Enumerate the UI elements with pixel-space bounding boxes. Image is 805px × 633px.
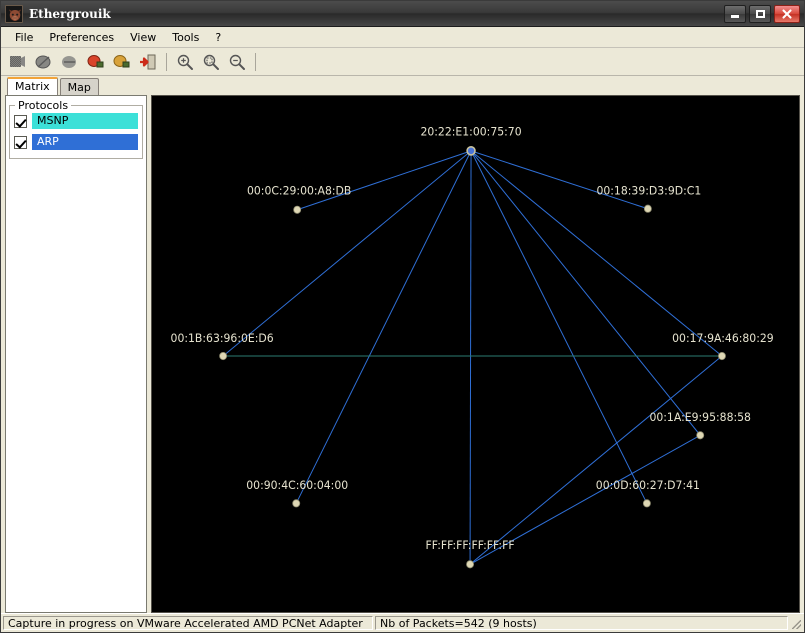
protocol-checkbox-msnp[interactable] bbox=[14, 114, 27, 128]
toolbar-separator-2 bbox=[255, 52, 256, 71]
graph-node-label: 00:1A:E9:95:88:58 bbox=[649, 411, 751, 424]
close-button[interactable] bbox=[774, 4, 800, 23]
menu-help[interactable]: ? bbox=[207, 29, 229, 46]
title-bar: Ethergrouik bbox=[1, 1, 804, 27]
graph-node[interactable] bbox=[643, 204, 652, 213]
clear-capture-icon[interactable] bbox=[58, 50, 81, 73]
zoom-in-icon[interactable] bbox=[173, 50, 196, 73]
graph-node[interactable] bbox=[466, 560, 475, 569]
graph-node-label: 00:0D:60:27:D7:41 bbox=[596, 479, 700, 492]
graph-node-label: FF:FF:FF:FF:FF:FF bbox=[426, 539, 515, 552]
graph-edge bbox=[297, 150, 472, 211]
toolbar bbox=[1, 48, 804, 76]
window-controls bbox=[724, 4, 802, 23]
graph-edge bbox=[222, 150, 472, 357]
graph-edge bbox=[469, 150, 472, 565]
status-capture-text: Capture in progress on VMware Accelerate… bbox=[3, 616, 373, 630]
minimize-button[interactable] bbox=[724, 4, 746, 23]
exit-door-icon[interactable] bbox=[136, 50, 159, 73]
resize-grip[interactable] bbox=[790, 616, 802, 630]
application-window: Ethergrouik File Preferences View Tools … bbox=[0, 0, 805, 633]
menu-file[interactable]: File bbox=[7, 29, 41, 46]
minimize-icon bbox=[725, 6, 745, 22]
graph-edge bbox=[470, 150, 649, 210]
toolbar-separator-1 bbox=[166, 52, 167, 71]
boar-icon bbox=[5, 4, 23, 23]
zoom-out-icon[interactable] bbox=[225, 50, 248, 73]
start-capture-red-icon[interactable] bbox=[84, 50, 107, 73]
graph-node[interactable] bbox=[219, 351, 228, 361]
graph-node[interactable] bbox=[696, 431, 705, 440]
tab-map[interactable]: Map bbox=[59, 78, 99, 96]
graph-node[interactable] bbox=[292, 499, 301, 508]
graph-node[interactable] bbox=[642, 499, 651, 508]
protocol-row-msnp[interactable]: MSNP bbox=[14, 112, 138, 130]
node-label-layer: 20:22:E1:00:75:70 00:0C:29:00:A8:DB 00:18:… bbox=[171, 125, 774, 552]
protocol-label-arp[interactable]: ARP bbox=[32, 134, 138, 150]
menu-bar: File Preferences View Tools ? bbox=[1, 27, 804, 48]
zoom-fit-icon[interactable] bbox=[199, 50, 222, 73]
protocol-row-arp[interactable]: ARP bbox=[14, 133, 138, 151]
protocols-panel: Protocols MSNP ARP bbox=[5, 95, 147, 613]
graph-node[interactable] bbox=[718, 351, 726, 361]
graph-node-label: 00:18:39:D3:9D:C1 bbox=[596, 184, 701, 197]
open-capture-icon[interactable] bbox=[6, 50, 29, 73]
tab-matrix[interactable]: Matrix bbox=[7, 77, 58, 95]
status-packet-count: Nb of Packets=542 (9 hosts) bbox=[375, 616, 788, 630]
graph-node[interactable] bbox=[293, 205, 302, 214]
protocols-groupbox: Protocols MSNP ARP bbox=[9, 99, 143, 159]
stop-capture-icon[interactable] bbox=[32, 50, 55, 73]
menu-preferences[interactable]: Preferences bbox=[41, 29, 122, 46]
graph-node-label: 20:22:E1:00:75:70 bbox=[420, 125, 521, 138]
graph-edge bbox=[295, 150, 472, 504]
protocol-label-msnp[interactable]: MSNP bbox=[32, 113, 138, 129]
save-capture-icon[interactable] bbox=[110, 50, 133, 73]
network-graph[interactable]: 20:22:E1:00:75:70 00:0C:29:00:A8:DB 00:18:… bbox=[152, 96, 799, 612]
maximize-button[interactable] bbox=[749, 4, 771, 23]
menu-tools[interactable]: Tools bbox=[164, 29, 207, 46]
graph-edge bbox=[470, 150, 648, 504]
graph-node-label: 00:1B:63:96:0E:D6 bbox=[171, 332, 274, 345]
graph-node-label: 00:90:4C:60:04:00 bbox=[246, 479, 348, 492]
graph-edge bbox=[470, 150, 723, 357]
graph-node-label: 00:0C:29:00:A8:DB bbox=[247, 184, 351, 197]
menu-view[interactable]: View bbox=[122, 29, 164, 46]
graph-edge bbox=[469, 355, 723, 565]
window-title: Ethergrouik bbox=[29, 6, 111, 21]
protocol-checkbox-arp[interactable] bbox=[14, 135, 27, 149]
graph-node[interactable] bbox=[466, 145, 476, 156]
protocols-group-title: Protocols bbox=[15, 99, 72, 112]
maximize-icon bbox=[750, 6, 770, 22]
node-layer bbox=[219, 145, 726, 569]
status-bar: Capture in progress on VMware Accelerate… bbox=[1, 613, 804, 632]
graph-node-label: 00:17:9A:46:80:29 bbox=[672, 332, 774, 345]
tab-strip: Matrix Map bbox=[1, 76, 804, 96]
network-matrix-canvas[interactable]: 20:22:E1:00:75:70 00:0C:29:00:A8:DB 00:18:… bbox=[151, 95, 800, 613]
content-area: Protocols MSNP ARP 20:22:E1:00:75:70 00:0… bbox=[1, 95, 804, 613]
close-icon bbox=[775, 6, 799, 22]
